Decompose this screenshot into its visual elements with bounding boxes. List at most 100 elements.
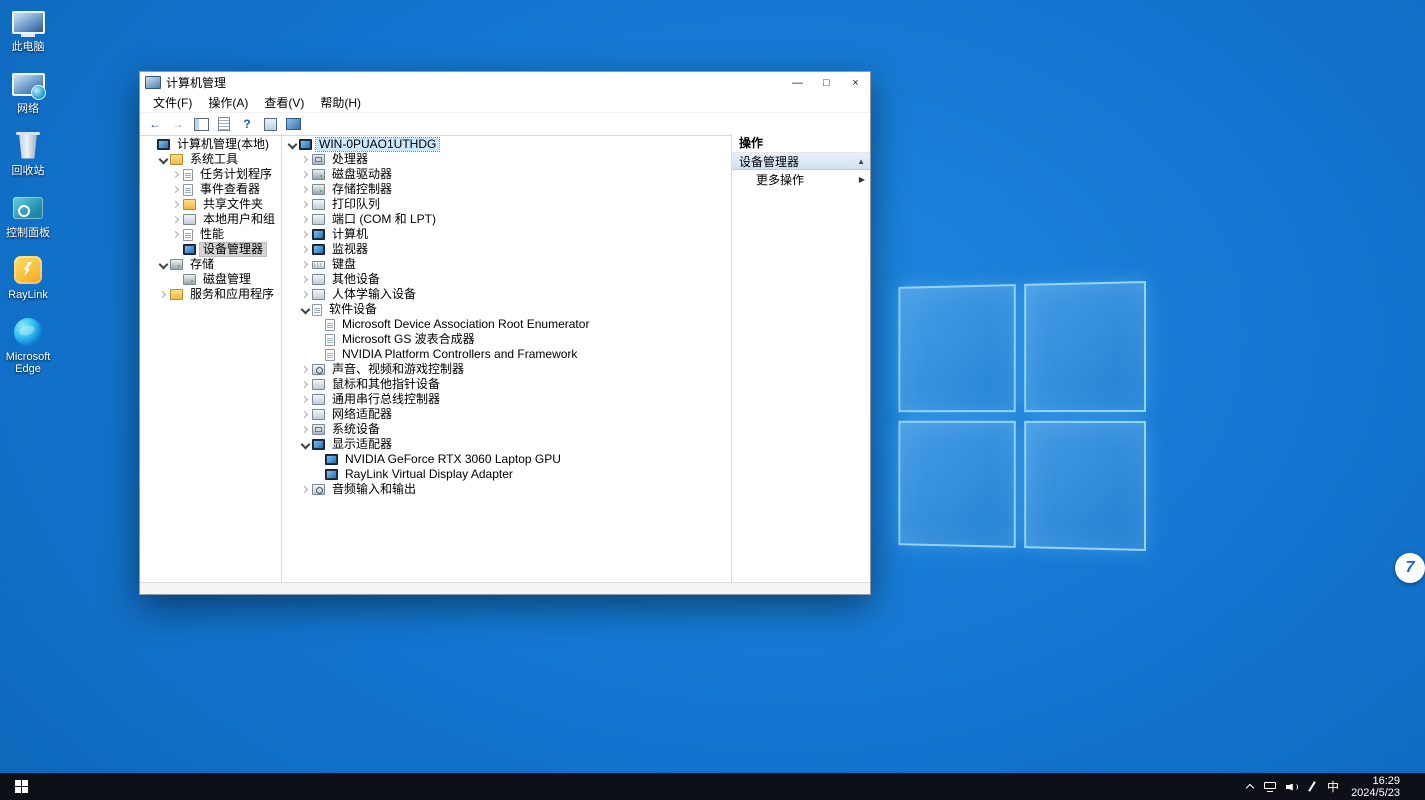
desktop-icon-raylink[interactable]: RayLink [1,254,55,301]
tree-item[interactable]: 事件查看器 [140,182,281,197]
tree-item[interactable]: 系统工具 [140,152,281,167]
tray-expand-icon[interactable] [1245,782,1254,791]
expand-chevron-icon[interactable] [299,274,311,286]
collapse-section-icon[interactable]: ▲ [857,157,865,166]
expand-chevron-icon[interactable] [170,184,182,196]
tree-item[interactable]: 服务和应用程序 [140,287,281,302]
desktop-icon-microsoft-edge[interactable]: Microsoft Edge [1,316,55,375]
help-icon[interactable] [237,115,257,133]
collapse-chevron-icon[interactable] [286,139,298,151]
tree-item[interactable]: 共享文件夹 [140,197,281,212]
expand-chevron-icon[interactable] [299,409,311,421]
tree-item[interactable]: 打印队列 [282,197,731,212]
expand-chevron-icon[interactable] [299,154,311,166]
expand-chevron-icon[interactable] [299,229,311,241]
tree-item[interactable]: 性能 [140,227,281,242]
desktop-icon-network[interactable]: 网络 [1,68,55,115]
ime-indicator[interactable]: 中 [1327,778,1339,795]
volume-tray-icon[interactable] [1286,782,1298,792]
tree-item[interactable]: 存储 [140,257,281,272]
expand-chevron-icon[interactable] [170,214,182,226]
desktop-icon-recycle-bin[interactable]: 回收站 [1,130,55,177]
collapse-chevron-icon[interactable] [299,439,311,451]
tree-item[interactable]: 声音、视频和游戏控制器 [282,362,731,377]
window-titlebar[interactable]: 计算机管理 — □ × [140,72,870,93]
maximize-button[interactable]: □ [812,72,841,93]
pen-tray-icon[interactable] [1308,781,1317,792]
actions-section-label: 设备管理器 [739,153,799,170]
collapse-chevron-icon[interactable] [157,154,169,166]
tree-item[interactable]: 设备管理器 [140,242,281,257]
tree-item[interactable]: 系统设备 [282,422,731,437]
more-actions-item[interactable]: 更多操作 ▶ [732,170,870,188]
show-window-icon[interactable] [283,115,303,133]
tree-item[interactable]: NVIDIA Platform Controllers and Framewor… [282,347,731,362]
tree-item[interactable]: 软件设备 [282,302,731,317]
properties-icon[interactable] [260,115,280,133]
expand-chevron-icon[interactable] [299,394,311,406]
tree-item[interactable]: 任务计划程序 [140,167,281,182]
show-console-tree-icon[interactable] [191,115,211,133]
desktop-icon-this-pc[interactable]: 此电脑 [1,6,55,53]
expand-chevron-icon[interactable] [299,364,311,376]
tree-item[interactable]: Microsoft Device Association Root Enumer… [282,317,731,332]
tree-item[interactable]: NVIDIA GeForce RTX 3060 Laptop GPU [282,452,731,467]
menu-action[interactable]: 操作(A) [200,93,256,112]
expand-chevron-icon[interactable] [299,214,311,226]
forward-icon[interactable] [168,115,188,133]
expand-chevron-icon[interactable] [299,244,311,256]
expand-chevron-icon[interactable] [299,169,311,181]
tree-item[interactable]: 计算机管理(本地) [140,137,281,152]
collapse-chevron-icon[interactable] [157,259,169,271]
tree-item[interactable]: 存储控制器 [282,182,731,197]
tree-item[interactable]: 音频输入和输出 [282,482,731,497]
minimize-button[interactable]: — [783,72,812,93]
expand-chevron-icon[interactable] [299,184,311,196]
tree-item[interactable]: 键盘 [282,257,731,272]
expand-chevron-icon[interactable] [299,259,311,271]
tree-item[interactable]: 计算机 [282,227,731,242]
start-button[interactable] [0,773,42,800]
tree-item[interactable]: 磁盘管理 [140,272,281,287]
software-icon [325,349,335,361]
expand-chevron-icon[interactable] [170,169,182,181]
menu-view[interactable]: 查看(V) [256,93,312,112]
taskbar-clock[interactable]: 16:29 2024/5/23 [1349,775,1406,799]
tree-item[interactable]: 网络适配器 [282,407,731,422]
menu-help[interactable]: 帮助(H) [312,93,369,112]
tree-item[interactable]: Microsoft GS 波表合成器 [282,332,731,347]
export-list-icon[interactable] [214,115,234,133]
tree-item[interactable]: 本地用户和组 [140,212,281,227]
tree-item-label: 鼠标和其他指针设备 [329,378,443,391]
tree-item[interactable]: RayLink Virtual Display Adapter [282,467,731,482]
tree-item[interactable]: 人体学输入设备 [282,287,731,302]
expand-chevron-icon[interactable] [299,424,311,436]
tree-item[interactable]: 端口 (COM 和 LPT) [282,212,731,227]
tree-item-label: 共享文件夹 [200,198,266,211]
desktop-icon-control-panel[interactable]: 控制面板 [1,192,55,239]
tree-item[interactable]: 通用串行总线控制器 [282,392,731,407]
tree-item[interactable]: 监视器 [282,242,731,257]
tree-item[interactable]: 显示适配器 [282,437,731,452]
expand-chevron-icon[interactable] [157,289,169,301]
actions-section-header[interactable]: 设备管理器 ▲ [732,153,870,170]
expand-chevron-icon[interactable] [299,289,311,301]
raylink-floating-ball[interactable] [1395,553,1425,583]
tree-item[interactable]: WIN-0PUAO1UTHDG [282,137,731,152]
menu-file[interactable]: 文件(F) [145,93,200,112]
tree-item[interactable]: 磁盘驱动器 [282,167,731,182]
expand-chevron-icon[interactable] [170,199,182,211]
expand-chevron-icon[interactable] [170,229,182,241]
desktop-icons: 此电脑网络回收站控制面板 RayLink Microsoft Edge [1,6,55,375]
expand-chevron-icon[interactable] [299,484,311,496]
tree-item[interactable]: 处理器 [282,152,731,167]
collapse-chevron-icon[interactable] [299,304,311,316]
back-icon[interactable] [145,115,165,133]
expand-chevron-icon[interactable] [299,199,311,211]
close-button[interactable]: × [841,72,870,93]
network-tray-icon[interactable] [1264,782,1276,792]
tree-item[interactable]: 鼠标和其他指针设备 [282,377,731,392]
tree-item-label: 显示适配器 [329,438,395,451]
expand-chevron-icon[interactable] [299,379,311,391]
tree-item[interactable]: 其他设备 [282,272,731,287]
